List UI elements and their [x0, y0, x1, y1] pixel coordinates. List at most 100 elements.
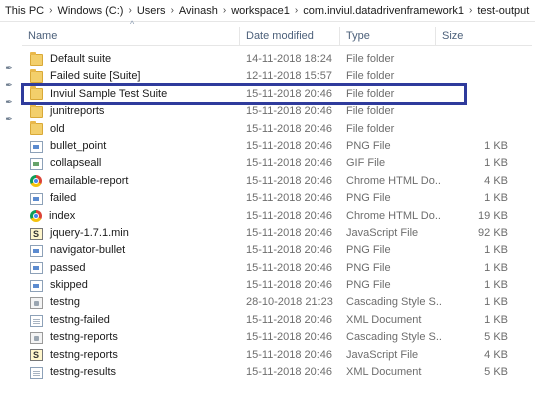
file-row[interactable]: collapseall 15-11-2018 20:46 GIF File 1 KB: [22, 155, 532, 172]
breadcrumb-item[interactable]: workspace1: [229, 5, 292, 17]
pin-icon: ✒: [5, 97, 13, 107]
file-row[interactable]: jquery-1.7.1.min 15-11-2018 20:46 JavaScri…: [22, 225, 532, 242]
breadcrumb-item[interactable]: test-output: [475, 5, 531, 17]
file-name-cell[interactable]: Inviul Sample Test Suite: [30, 86, 242, 103]
file-date: 15-11-2018 20:46: [246, 209, 333, 222]
file-name-cell[interactable]: failed: [30, 190, 242, 207]
file-size: 1 KB: [484, 244, 508, 257]
folder-icon: [30, 121, 43, 136]
file-name-cell[interactable]: skipped: [30, 277, 242, 294]
file-row[interactable]: navigator-bullet 15-11-2018 20:46 PNG File…: [22, 242, 532, 259]
column-header-name[interactable]: Name: [22, 27, 240, 45]
file-name-cell[interactable]: bullet_point: [30, 138, 242, 155]
file-row[interactable]: failed 15-11-2018 20:46 PNG File 1 KB: [22, 190, 532, 207]
file-type: PNG File: [346, 244, 391, 257]
file-name: failed: [50, 192, 77, 205]
file-row[interactable]: bullet_point 15-11-2018 20:46 PNG File 1 KB: [22, 138, 532, 155]
file-type: File folder: [346, 122, 395, 135]
folder-icon: [30, 51, 43, 66]
file-name: jquery-1.7.1.min: [50, 226, 129, 239]
file-row[interactable]: Default suite 14-11-2018 18:24 File folder: [22, 51, 532, 68]
file-row[interactable]: testng-failed 15-11-2018 20:46 XML Documen…: [22, 312, 532, 329]
file-row[interactable]: testng-reports 15-11-2018 20:46 Cascading …: [22, 329, 532, 346]
file-size: 1 KB: [484, 261, 508, 274]
breadcrumb-item[interactable]: This PC: [3, 5, 46, 17]
gif-file-icon: [30, 158, 43, 171]
file-name-cell[interactable]: jquery-1.7.1.min: [30, 225, 242, 242]
chevron-right-icon: ›: [294, 5, 299, 16]
css-file-icon: [30, 297, 43, 310]
pin-icon: ✒: [5, 114, 13, 124]
file-row[interactable]: junitreports 15-11-2018 20:46 File folder: [22, 103, 532, 120]
png-file-icon: [30, 262, 43, 275]
file-name: skipped: [50, 279, 88, 292]
column-header-date[interactable]: Date modified: [240, 27, 340, 45]
address-breadcrumb[interactable]: This PC › Windows (C:) › Users › Avinash › w…: [0, 0, 535, 22]
file-date: 15-11-2018 20:46: [246, 313, 333, 326]
file-row[interactable]: testng-reports 15-11-2018 20:46 JavaScript…: [22, 347, 532, 364]
pin-icon: ✒: [5, 63, 13, 73]
file-name: Default suite: [50, 53, 112, 65]
file-name-cell[interactable]: Failed suite [Suite]: [30, 68, 242, 85]
column-header-row: ^ Name Date modified Type Size: [22, 19, 532, 46]
file-row[interactable]: Failed suite [Suite] 12-11-2018 15:57 File…: [22, 68, 532, 85]
column-header-size[interactable]: Size: [436, 27, 508, 45]
file-name-cell[interactable]: testng: [30, 294, 242, 311]
file-name-cell[interactable]: navigator-bullet: [30, 242, 242, 259]
file-type: PNG File: [346, 192, 391, 205]
chrome-html-icon: [30, 210, 42, 223]
file-name-cell[interactable]: index: [30, 208, 242, 225]
file-name-cell[interactable]: passed: [30, 260, 242, 277]
file-row[interactable]: testng 28-10-2018 21:23 Cascading Style S.…: [22, 294, 532, 311]
css-file-icon: [30, 331, 43, 344]
breadcrumb-item[interactable]: Windows (C:): [55, 5, 125, 17]
png-file-icon: [30, 279, 43, 292]
file-type: File folder: [346, 53, 395, 65]
file-name: Inviul Sample Test Suite: [50, 87, 168, 100]
file-row[interactable]: testng-results 15-11-2018 20:46 XML Docume…: [22, 364, 532, 381]
file-date: 15-11-2018 20:46: [246, 366, 333, 379]
file-name-cell[interactable]: junitreports: [30, 103, 242, 120]
file-name-cell[interactable]: testng-failed: [30, 312, 242, 329]
file-date: 15-11-2018 20:46: [246, 261, 333, 274]
file-name: testng: [50, 296, 80, 309]
file-name-cell[interactable]: collapseall: [30, 155, 242, 172]
file-row[interactable]: passed 15-11-2018 20:46 PNG File 1 KB: [22, 260, 532, 277]
file-date: 15-11-2018 20:46: [246, 122, 333, 135]
file-date: 15-11-2018 20:46: [246, 348, 333, 361]
chevron-right-icon: ›: [128, 5, 132, 16]
file-date: 15-11-2018 20:46: [246, 244, 333, 257]
file-type: Chrome HTML Do...: [346, 209, 442, 222]
file-date: 15-11-2018 20:46: [246, 139, 333, 152]
file-size: 1 KB: [484, 192, 508, 205]
breadcrumb-item[interactable]: Avinash: [177, 5, 220, 17]
file-size: 5 KB: [484, 366, 508, 379]
file-size: 4 KB: [484, 174, 508, 187]
chevron-right-icon: ›: [222, 5, 227, 16]
file-list: Default suite 14-11-2018 18:24 File folder…: [22, 51, 532, 381]
file-type: GIF File: [346, 157, 386, 170]
file-row[interactable]: emailable-report 15-11-2018 20:46 Chrome H…: [22, 173, 532, 190]
file-name: emailable-report: [49, 174, 129, 187]
file-type: Cascading Style S...: [346, 331, 442, 344]
file-name: testng-reports: [50, 348, 118, 361]
file-row[interactable]: index 15-11-2018 20:46 Chrome HTML Do... 19…: [22, 208, 532, 225]
file-row[interactable]: old 15-11-2018 20:46 File folder: [22, 121, 532, 138]
file-type: Chrome HTML Do...: [346, 174, 442, 187]
breadcrumb-item[interactable]: com.inviul.datadrivenframework1: [301, 5, 466, 17]
file-row[interactable]: Inviul Sample Test Suite 15-11-2018 20:46…: [22, 86, 532, 103]
file-date: 15-11-2018 20:46: [246, 279, 333, 292]
chrome-html-icon: [30, 175, 42, 188]
column-header-type[interactable]: Type: [340, 27, 436, 45]
file-name-cell[interactable]: testng-results: [30, 364, 242, 381]
file-name-cell[interactable]: emailable-report: [30, 173, 242, 190]
breadcrumb-item[interactable]: Users: [135, 5, 168, 17]
file-name-cell[interactable]: testng-reports: [30, 347, 242, 364]
file-name: Failed suite [Suite]: [50, 70, 141, 83]
file-name-cell[interactable]: testng-reports: [30, 329, 242, 346]
file-row[interactable]: skipped 15-11-2018 20:46 PNG File 1 KB: [22, 277, 532, 294]
file-name-cell[interactable]: Default suite: [30, 51, 242, 68]
file-type: JavaScript File: [346, 348, 419, 361]
file-name-cell[interactable]: old: [30, 121, 242, 138]
file-size: 1 KB: [484, 279, 508, 292]
